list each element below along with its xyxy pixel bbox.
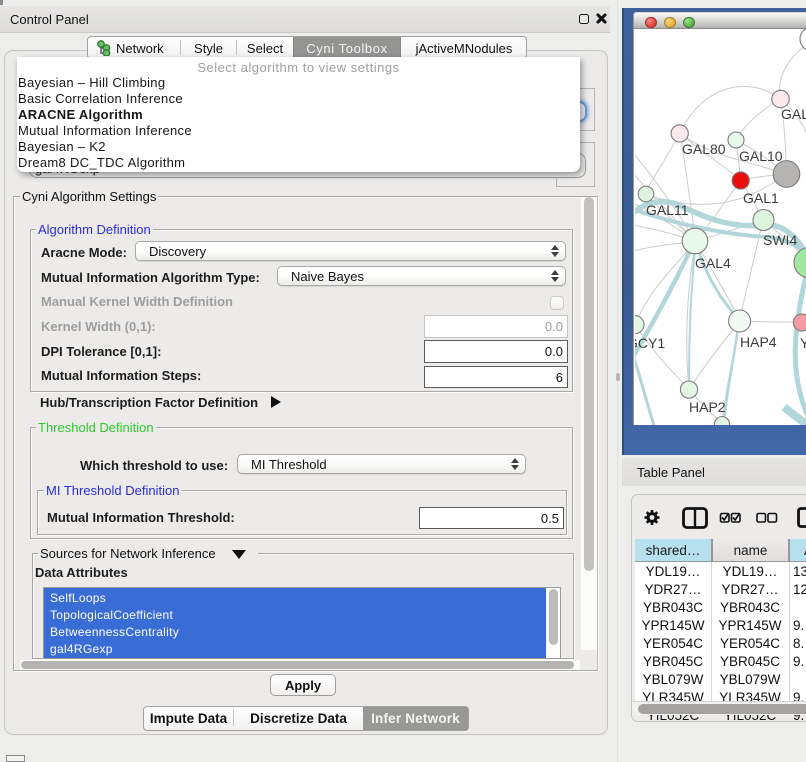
svg-text:Y: Y: [800, 335, 806, 351]
svg-text:GAL1: GAL1: [743, 190, 779, 206]
svg-text:GAL10: GAL10: [739, 148, 783, 164]
svg-text:HAP2: HAP2: [689, 399, 726, 415]
svg-text:HAP4: HAP4: [740, 334, 777, 350]
svg-text:GAL: GAL: [781, 106, 806, 122]
svg-text:GAL4: GAL4: [695, 255, 731, 271]
svg-text:SWI4: SWI4: [763, 232, 797, 248]
svg-text:GAL11: GAL11: [646, 202, 689, 218]
svg-text:GCY1: GCY1: [635, 335, 665, 351]
svg-text:GAL80: GAL80: [682, 141, 726, 157]
